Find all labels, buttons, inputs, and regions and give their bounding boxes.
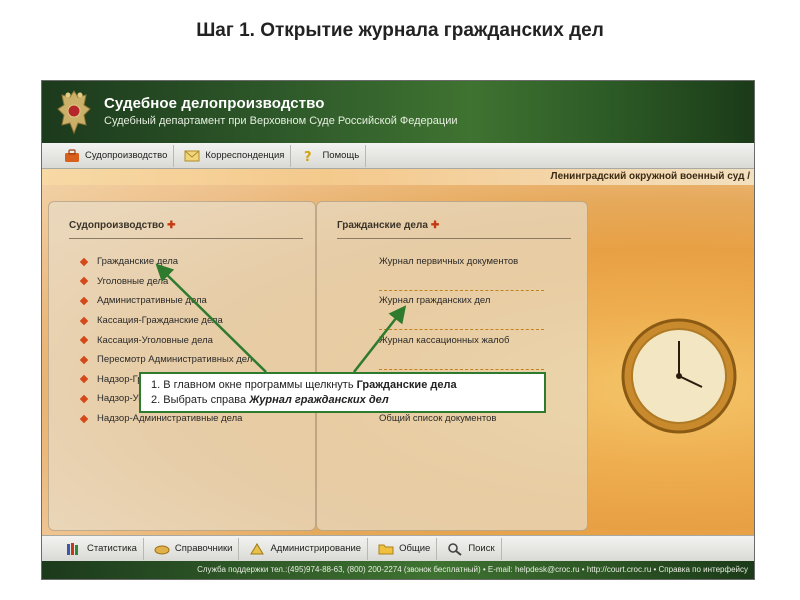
pocket-watch-image: [621, 318, 737, 434]
court-strip: Ленинградский окружной военный суд /: [42, 169, 754, 185]
list-item[interactable]: Журнал кассационных жалоб: [379, 330, 544, 350]
menu-item-correspondence[interactable]: Корреспонденция: [178, 144, 292, 167]
menu-item-sudoproizvodstvo[interactable]: Судопроизводство: [58, 144, 175, 167]
bullet-icon: [79, 355, 89, 365]
menu-item-help[interactable]: ? Помощь: [295, 144, 367, 167]
menu-item-label: Корреспонденция: [205, 150, 285, 161]
panel-civil-cases: Гражданские дела ✚ Журнал первичных докум…: [316, 201, 588, 531]
support-info: Служба поддержки тел.:(495)974-88-63, (8…: [197, 565, 748, 574]
app-window: Судебное делопроизводство Судебный депар…: [41, 80, 755, 580]
envelope-icon: [184, 150, 200, 161]
list-separator: [379, 350, 544, 370]
question-icon: ?: [304, 150, 312, 163]
bullet-icon: [79, 277, 89, 286]
list-item[interactable]: Кассация-Уголовные дела: [79, 330, 252, 350]
search-icon: [448, 542, 462, 556]
bottom-item-administration[interactable]: Администрирование: [243, 537, 369, 560]
bottom-item-search[interactable]: Поиск: [441, 537, 502, 560]
handshake-icon: [154, 545, 170, 554]
admin-icon: [250, 542, 265, 554]
bottom-menu-bar: Статистика Справочники Администрирование…: [42, 535, 754, 561]
bullet-icon: [79, 257, 89, 267]
app-subtitle: Судебный департамент при Верховном Суде …: [104, 115, 458, 127]
list-separator: [379, 311, 544, 331]
bottom-item-general[interactable]: Общие: [372, 537, 438, 560]
list-item[interactable]: Журнал первичных документов: [379, 252, 544, 272]
instruction-callout: 1. В главном окне программы щелкнуть Гра…: [139, 372, 546, 413]
app-title: Судебное делопроизводство: [104, 95, 325, 112]
bullet-icon: [79, 335, 89, 345]
bottom-item-directories[interactable]: Справочники: [148, 537, 240, 560]
panel-heading-label: Гражданские дела: [337, 220, 428, 231]
app-header: Судебное делопроизводство Судебный депар…: [42, 81, 754, 143]
panel-heading-label: Судопроизводство: [69, 220, 165, 231]
instruction-step-2: 2. Выбрать справа Журнал гражданских дел: [151, 394, 389, 406]
panel-heading[interactable]: Гражданские дела ✚: [337, 220, 439, 231]
panel-heading[interactable]: Судопроизводство ✚: [69, 220, 176, 231]
list-separator: [379, 272, 544, 292]
svg-text:?: ?: [304, 150, 312, 163]
list-item[interactable]: Пересмотр Административных дел: [79, 350, 252, 370]
list-item[interactable]: Кассация-Гражданские дела: [79, 311, 252, 331]
coat-of-arms-icon: [57, 90, 91, 135]
list-item[interactable]: Административные дела: [79, 291, 252, 311]
top-menu-bar: Судопроизводство Корреспонденция ? Помощ…: [42, 143, 754, 169]
divider: [337, 238, 571, 239]
arrow-icon: ✚: [430, 220, 440, 231]
arrow-icon: ✚: [167, 220, 176, 231]
bullet-icon: [79, 375, 89, 384]
list-item[interactable]: Уголовные дела: [79, 272, 252, 292]
footer: Служба поддержки тел.:(495)974-88-63, (8…: [42, 561, 754, 579]
bullet-icon: [79, 394, 89, 404]
menu-item-label: Помощь: [322, 150, 360, 161]
list-item-civil-journal[interactable]: Журнал гражданских дел: [379, 291, 544, 311]
panel-court-proceedings: Судопроизводство ✚ Гражданские дела Уголо…: [48, 201, 316, 531]
briefcase-icon: [65, 148, 79, 162]
books-icon: [67, 542, 78, 555]
slide: Шаг 1. Открытие журнала гражданских дел …: [0, 0, 800, 600]
bottom-item-statistics[interactable]: Статистика: [60, 537, 144, 560]
instruction-step-1: 1. В главном окне программы щелкнуть Гра…: [151, 379, 457, 391]
court-name: Ленинградский окружной военный суд /: [550, 171, 750, 182]
list-item-civil-cases[interactable]: Гражданские дела: [79, 252, 252, 272]
slide-title: Шаг 1. Открытие журнала гражданских дел: [196, 20, 604, 41]
main-content: Ленинградский окружной военный суд / Суд…: [42, 169, 754, 535]
bullet-icon: [79, 414, 89, 423]
bullet-icon: [79, 316, 89, 325]
divider: [69, 238, 303, 239]
menu-item-label: Судопроизводство: [85, 150, 168, 161]
bullet-icon: [79, 296, 89, 306]
folder-icon: [378, 544, 394, 554]
